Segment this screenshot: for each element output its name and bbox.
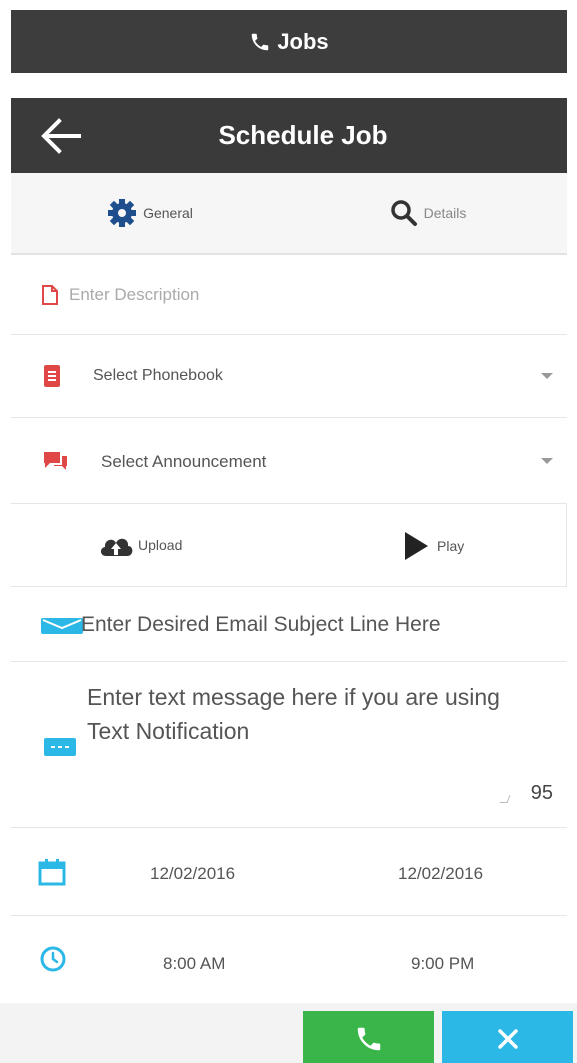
- top-bar: Jobs: [11, 10, 567, 73]
- top-bar-title: Jobs: [277, 28, 329, 54]
- date-row: 12/02/2016 12/02/2016: [11, 828, 567, 916]
- document-icon: [42, 285, 58, 305]
- email-icon: [41, 618, 83, 634]
- email-subject-row[interactable]: Enter Desired Email Subject Line Here: [11, 587, 567, 662]
- upload-label: Upload: [138, 537, 183, 553]
- description-row[interactable]: Enter Description: [11, 255, 567, 335]
- sms-row: Enter text message here if you are using…: [11, 662, 567, 828]
- end-date-field[interactable]: 12/02/2016: [398, 864, 483, 884]
- tab-general[interactable]: General: [11, 173, 289, 253]
- close-icon: [497, 1028, 518, 1049]
- phonebook-icon: [44, 365, 60, 387]
- phonebook-select-label: Select Phonebook: [93, 367, 223, 384]
- tab-bar: General Details: [11, 173, 567, 255]
- phonebook-select[interactable]: Select Phonebook: [11, 335, 567, 418]
- upload-button[interactable]: Upload: [98, 532, 182, 558]
- announcement-select-label: Select Announcement: [101, 452, 267, 471]
- description-input[interactable]: Enter Description: [69, 285, 199, 305]
- back-arrow-icon[interactable]: [39, 116, 83, 156]
- play-button[interactable]: Play: [403, 531, 464, 561]
- tab-details-label: Details: [423, 205, 467, 221]
- sms-textarea[interactable]: Enter text message here if you are using…: [87, 680, 507, 748]
- chevron-down-icon: [541, 373, 553, 379]
- chevron-down-icon: [541, 458, 553, 464]
- start-date-field[interactable]: 12/02/2016: [150, 864, 235, 884]
- time-row: 8:00 AM 9:00 PM: [11, 916, 567, 1003]
- phone-icon: [357, 1027, 380, 1050]
- resize-handle[interactable]: [499, 795, 511, 803]
- chat-icon: [44, 452, 67, 470]
- end-time-field[interactable]: 9:00 PM: [411, 954, 474, 974]
- calendar-icon: [38, 859, 66, 886]
- tab-general-label: General: [143, 205, 193, 221]
- play-label: Play: [437, 538, 465, 554]
- page-header: Schedule Job: [11, 98, 567, 173]
- tab-details[interactable]: Details: [289, 173, 567, 253]
- gear-icon: [108, 199, 137, 227]
- clock-icon: [40, 946, 66, 972]
- character-counter: 95: [530, 782, 553, 804]
- play-icon: [405, 532, 428, 560]
- phone-icon: [252, 33, 269, 50]
- email-subject-input[interactable]: Enter Desired Email Subject Line Here: [81, 613, 441, 637]
- schedule-job-screen: Jobs Schedule Job General Details Enter …: [0, 0, 577, 1063]
- footer-bar: [0, 1003, 577, 1063]
- cloud-upload-icon: [100, 538, 133, 556]
- start-time-field[interactable]: 8:00 AM: [163, 954, 225, 974]
- page-title: Schedule Job: [218, 120, 388, 150]
- message-icon: [44, 738, 76, 756]
- media-row: Upload Play: [11, 504, 567, 587]
- close-button[interactable]: [442, 1011, 573, 1063]
- search-icon: [390, 200, 417, 226]
- announcement-select[interactable]: Select Announcement: [11, 418, 567, 504]
- call-button[interactable]: [303, 1011, 434, 1063]
